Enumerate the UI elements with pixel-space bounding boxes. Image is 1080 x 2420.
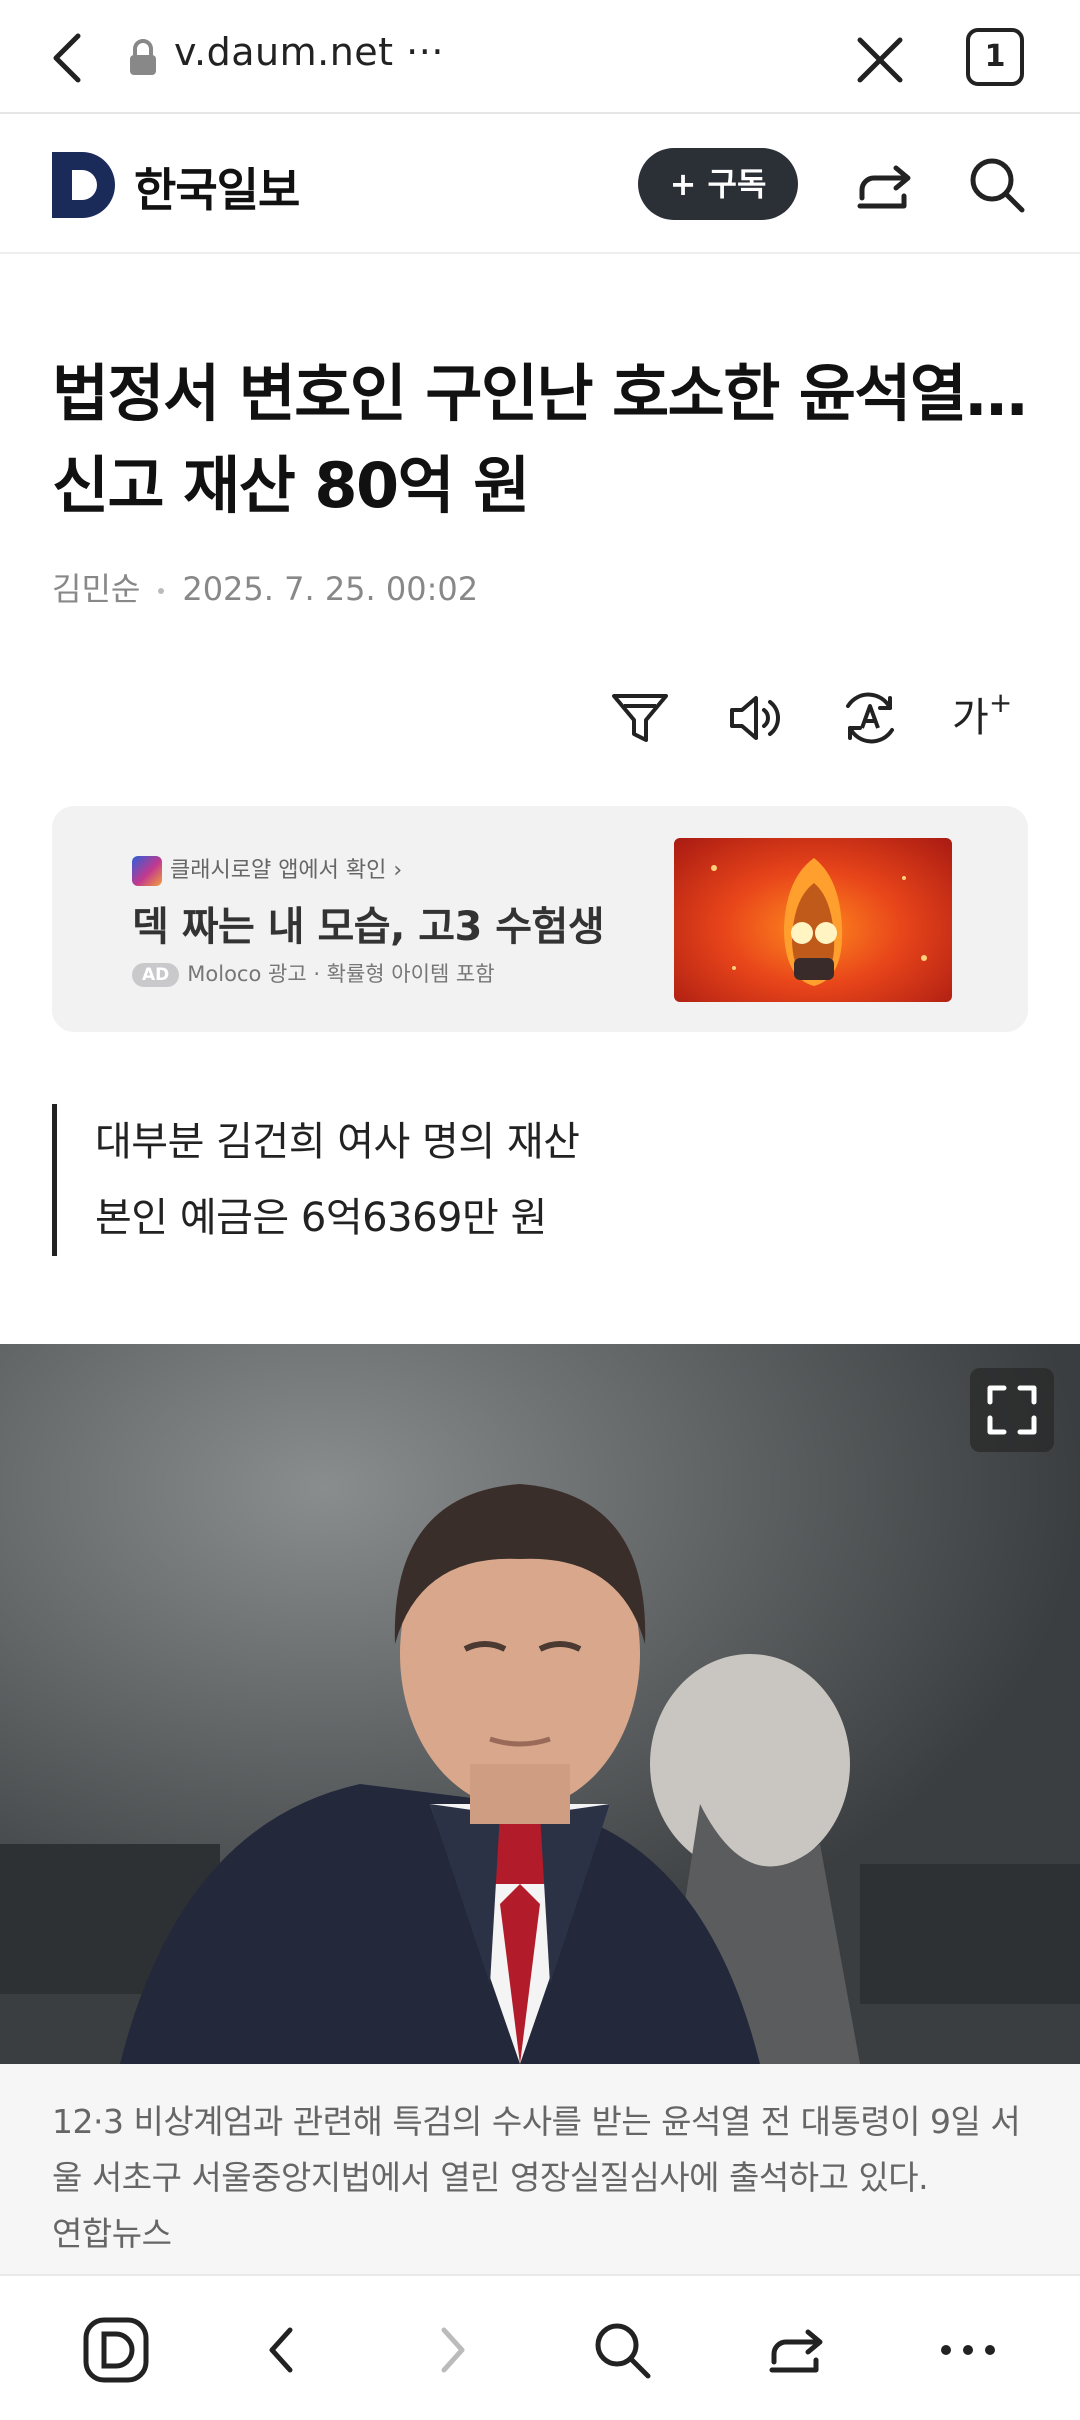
article-datetime: 2025. 7. 25. 00:02 bbox=[182, 570, 479, 608]
publication-name[interactable]: 한국일보 bbox=[134, 154, 300, 220]
photo-illustration bbox=[0, 1344, 1080, 2064]
back-icon[interactable] bbox=[248, 2316, 316, 2384]
font-size-button[interactable]: 가+ bbox=[952, 686, 1022, 750]
article-headline: 법정서 변호인 구인난 호소한 윤석열…신고 재산 80억 원 bbox=[52, 357, 1027, 522]
article-photo[interactable] bbox=[0, 1344, 1080, 2064]
url-host[interactable]: v.daum.net bbox=[174, 30, 394, 74]
search-icon[interactable] bbox=[588, 2316, 656, 2384]
subhead-line: 대부분 김건희 여사 명의 재산 bbox=[95, 1119, 580, 1165]
ad-badge: AD bbox=[132, 963, 180, 987]
fullscreen-icon bbox=[987, 1385, 1037, 1435]
browser-address-bar: v.daum.net ··· 1 bbox=[0, 0, 1080, 114]
daum-logo-icon[interactable] bbox=[52, 152, 118, 218]
ad-source-text: 클래시로얄 앱에서 확인 › bbox=[170, 858, 403, 883]
ad-meta: AD Moloco 광고 · 확률형 아이템 포함 bbox=[132, 958, 495, 988]
chevron-left-icon[interactable] bbox=[40, 28, 100, 88]
more-icon[interactable] bbox=[934, 2316, 1002, 2384]
lock-icon bbox=[130, 39, 156, 75]
article-subheads: 대부분 김건희 여사 명의 재산 본인 예금은 6억6369만 원 bbox=[52, 1104, 952, 1256]
close-icon[interactable] bbox=[850, 30, 910, 90]
caption-credit: 연합뉴스 bbox=[52, 2214, 172, 2253]
url-text[interactable]: v.daum.net ··· bbox=[174, 30, 444, 74]
share-icon[interactable] bbox=[762, 2316, 830, 2384]
plus-icon: + bbox=[988, 686, 1013, 719]
publication-header: 한국일보 + 구독 bbox=[0, 114, 1080, 254]
photo-caption: 12·3 비상계엄과 관련해 특검의 수사를 받는 윤석열 전 대통령이 9일 … bbox=[0, 2064, 1080, 2274]
bottom-navigation bbox=[0, 2274, 1080, 2420]
translate-icon[interactable] bbox=[838, 686, 902, 750]
filter-icon[interactable] bbox=[608, 686, 672, 750]
subscribe-button[interactable]: + 구독 bbox=[638, 148, 798, 220]
ad-image[interactable] bbox=[674, 838, 952, 1002]
article-byline: 김민순 2025. 7. 25. 00:02 bbox=[52, 564, 478, 610]
search-icon[interactable] bbox=[966, 154, 1028, 216]
font-size-label: 가 bbox=[952, 695, 989, 741]
forward-icon[interactable] bbox=[418, 2316, 486, 2384]
author-name[interactable]: 김민순 bbox=[52, 570, 140, 608]
fullscreen-button[interactable] bbox=[970, 1368, 1054, 1452]
speaker-icon[interactable] bbox=[724, 686, 788, 750]
caption-text: 12·3 비상계엄과 관련해 특검의 수사를 받는 윤석열 전 대통령이 9일 … bbox=[52, 2102, 1021, 2197]
share-icon[interactable] bbox=[852, 154, 914, 216]
ad-meta-text: Moloco 광고 · 확률형 아이템 포함 bbox=[187, 962, 495, 986]
daum-home-icon[interactable] bbox=[82, 2316, 150, 2384]
ad-character-illustration bbox=[711, 858, 927, 986]
ad-banner[interactable]: 클래시로얄 앱에서 확인 › 덱 짜는 내 모습, 고3 수험생 AD Moloc… bbox=[52, 806, 1028, 1032]
url-more[interactable]: ··· bbox=[406, 30, 444, 74]
tab-count-button[interactable]: 1 bbox=[966, 28, 1024, 86]
subhead-line: 본인 예금은 6억6369만 원 bbox=[95, 1195, 547, 1241]
ad-source[interactable]: 클래시로얄 앱에서 확인 › bbox=[132, 852, 402, 886]
app-icon bbox=[132, 856, 162, 886]
ad-title[interactable]: 덱 짜는 내 모습, 고3 수험생 bbox=[132, 894, 605, 952]
byline-separator bbox=[158, 588, 165, 594]
